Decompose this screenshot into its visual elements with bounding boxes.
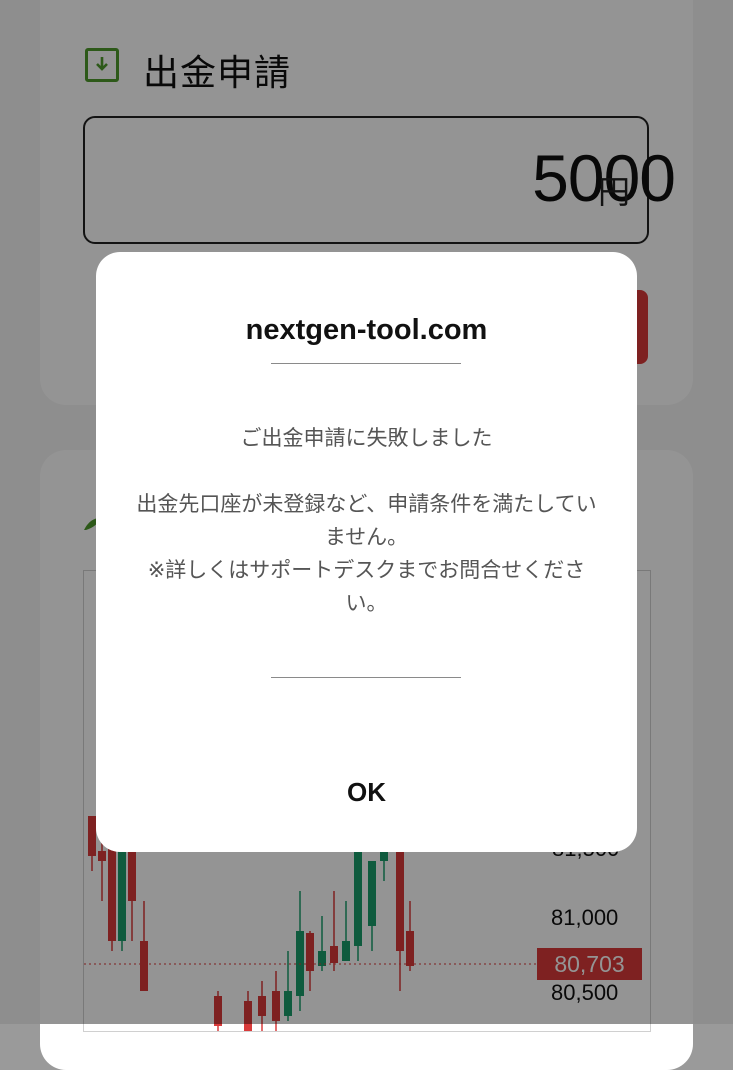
- message-body: 出金先口座が未登録など、申請条件を満たしていません。: [136, 492, 597, 549]
- message-note: ※詳しくはサポートデスクまでお問合せください。: [147, 558, 586, 615]
- message-headline: ご出金申請に失敗しました: [240, 426, 493, 450]
- ok-button[interactable]: OK: [96, 764, 637, 820]
- dialog-message: ご出金申請に失敗しました 出金先口座が未登録など、申請条件を満たしていません。 …: [136, 422, 597, 620]
- divider: [271, 363, 461, 364]
- dialog-domain: nextgen-tool.com: [245, 314, 488, 346]
- alert-dialog: nextgen-tool.com ご出金申請に失敗しました 出金先口座が未登録な…: [96, 252, 637, 852]
- divider: [271, 677, 461, 678]
